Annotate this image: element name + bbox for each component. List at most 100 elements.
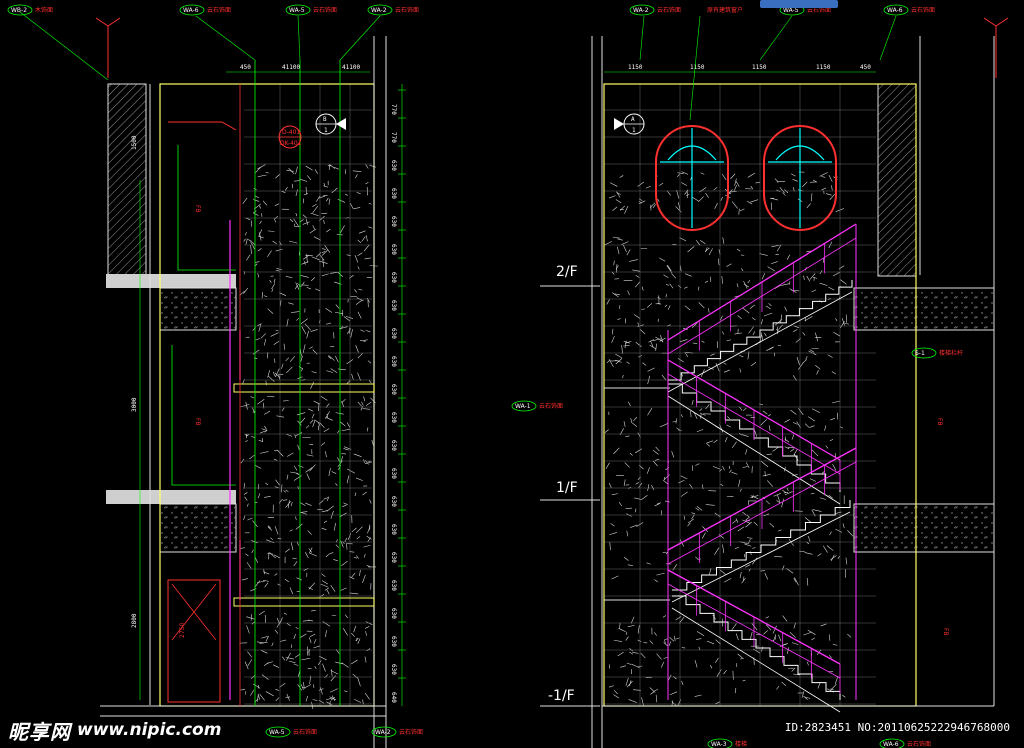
dim-label: 630 bbox=[390, 160, 397, 171]
tag-label: 云石饰面 bbox=[207, 6, 231, 14]
tag-label: 楼梯栏杆 bbox=[939, 349, 963, 357]
view-arrow-left-icon bbox=[95, 17, 121, 78]
tag-code: WA-5 bbox=[783, 7, 799, 14]
tag-label: 楼梯 bbox=[735, 740, 747, 748]
dim-label: 630 bbox=[390, 636, 397, 647]
tag-code: WA-2 bbox=[375, 729, 391, 736]
tag-label: 云石饰面 bbox=[313, 6, 337, 14]
section-number: 1 bbox=[632, 127, 636, 134]
detail-ref-top: D-401 bbox=[282, 129, 300, 136]
tag-label: 云石饰面 bbox=[907, 740, 931, 748]
dim-label: 630 bbox=[390, 580, 397, 591]
wall-panel-grid-left bbox=[244, 84, 372, 706]
material-tag: WA-6 云石饰面 bbox=[179, 4, 231, 16]
dim-label: 630 bbox=[390, 328, 397, 339]
detail-marker-left: D-401 DK-401 bbox=[278, 125, 302, 149]
dim-label: 1150 bbox=[816, 64, 831, 71]
left-elevation-structure bbox=[100, 36, 387, 748]
dim-label: 630 bbox=[390, 412, 397, 423]
dim-label: 630 bbox=[390, 552, 397, 563]
level-label-2f: 2/F bbox=[556, 264, 578, 280]
section-number: 1 bbox=[324, 127, 328, 134]
dim-label: 630 bbox=[390, 440, 397, 451]
tag-label: 云石饰面 bbox=[399, 728, 423, 736]
detail-ref-bottom: DK-401 bbox=[280, 140, 302, 147]
dim-label: 1150 bbox=[628, 64, 643, 71]
watermark-url: www.nipic.com bbox=[77, 720, 222, 740]
dim-label: 630 bbox=[390, 496, 397, 507]
dim-label: 630 bbox=[390, 384, 397, 395]
dim-label: 630 bbox=[390, 608, 397, 619]
material-tag: WA-3 楼梯 bbox=[707, 738, 747, 748]
tag-code: WA-1 bbox=[515, 403, 531, 410]
dim-label: 630 bbox=[390, 664, 397, 675]
watermark-id: ID:2823451 NO:20110625222946768000 bbox=[784, 721, 1010, 734]
dim-label: 41100 bbox=[342, 64, 360, 71]
watermark-logo: 昵享网 www.nipic.com bbox=[8, 716, 221, 744]
material-tag: 原有建筑窗户 bbox=[707, 6, 743, 14]
material-tag: WA-6 云石饰面 bbox=[883, 4, 935, 16]
tag-code: WB-2 bbox=[11, 7, 27, 14]
viewer-badge bbox=[760, 0, 838, 8]
level-label-1f: 1/F bbox=[556, 480, 578, 496]
dim-label: 770 bbox=[390, 132, 397, 143]
dim-label: 1500 bbox=[131, 135, 138, 150]
section-marker-left: B 1 bbox=[315, 113, 346, 135]
tag-label: 云石饰面 bbox=[657, 6, 681, 14]
area-note: FB bbox=[936, 418, 943, 426]
material-tag: WA-1 云石饰面 bbox=[511, 400, 563, 412]
right-elevation-structure bbox=[540, 36, 995, 748]
dim-label: 770 bbox=[390, 104, 397, 115]
dim-label: 630 bbox=[390, 244, 397, 255]
dim-label: 630 bbox=[390, 272, 397, 283]
dim-label: 630 bbox=[390, 356, 397, 367]
material-tag: S-1 楼梯栏杆 bbox=[911, 347, 963, 359]
section-marker-right: A 1 bbox=[614, 113, 645, 135]
tag-label: 原有建筑窗户 bbox=[707, 6, 743, 14]
view-arrow-right-icon bbox=[983, 17, 1009, 78]
material-tags: WB-2 木饰面 WA-6 云石饰面 WA-5 云石饰面 WA-2 云石饰面WA-5 云石饰面 W… bbox=[7, 4, 963, 748]
area-note: FB bbox=[194, 418, 201, 426]
dim-label: 1150 bbox=[690, 64, 705, 71]
dim-label: 2800 bbox=[131, 613, 138, 628]
tag-label: 云石饰面 bbox=[395, 6, 419, 14]
marble-texture-left bbox=[239, 164, 378, 710]
material-tag: WA-2 云石饰面 bbox=[629, 4, 681, 16]
area-note: 2750 bbox=[179, 623, 186, 638]
dim-label: 630 bbox=[390, 524, 397, 535]
tag-label: 云石饰面 bbox=[911, 6, 935, 14]
marble-texture-right bbox=[604, 170, 854, 707]
dim-label: 630 bbox=[390, 300, 397, 311]
dim-label: 630 bbox=[390, 468, 397, 479]
dim-label: 450 bbox=[860, 64, 871, 71]
material-tag: WA-6 云石饰面 bbox=[879, 738, 931, 748]
dim-label: 41100 bbox=[282, 64, 300, 71]
section-letter: A bbox=[631, 116, 635, 123]
dim-label: 630 bbox=[390, 216, 397, 227]
stair-flight bbox=[672, 595, 841, 700]
watermark-brand: 昵享网 bbox=[8, 719, 71, 744]
tag-code: WA-6 bbox=[183, 7, 199, 14]
stair-flights bbox=[667, 223, 857, 713]
tag-code: WA-5 bbox=[269, 729, 285, 736]
material-tag: WA-5 云石饰面 bbox=[265, 726, 317, 738]
tag-label: 云石饰面 bbox=[293, 728, 317, 736]
dim-label: 1150 bbox=[752, 64, 767, 71]
tag-code: WA-2 bbox=[633, 7, 649, 14]
cad-drawing-canvas: 450 41100 41100 1150 1150 1150 1150 450 770 770 63… bbox=[7, 0, 1009, 748]
tag-code: WA-5 bbox=[289, 7, 305, 14]
tag-code: S-1 bbox=[915, 350, 925, 357]
dim-label: 640 bbox=[390, 692, 397, 703]
material-tag: WA-5 云石饰面 bbox=[285, 4, 337, 16]
tag-code: WA-6 bbox=[887, 7, 903, 14]
tag-code: WA-3 bbox=[711, 741, 727, 748]
material-tag: WB-2 木饰面 bbox=[7, 4, 53, 16]
area-note: FB bbox=[942, 628, 949, 636]
tag-code: WA-6 bbox=[883, 741, 899, 748]
tag-label: 云石饰面 bbox=[539, 402, 563, 410]
area-note: FB bbox=[194, 205, 201, 213]
level-label-b1f: -1/F bbox=[548, 688, 575, 704]
tag-code: WA-2 bbox=[371, 7, 387, 14]
tag-label: 木饰面 bbox=[35, 6, 53, 14]
dim-label: 3000 bbox=[131, 397, 138, 412]
